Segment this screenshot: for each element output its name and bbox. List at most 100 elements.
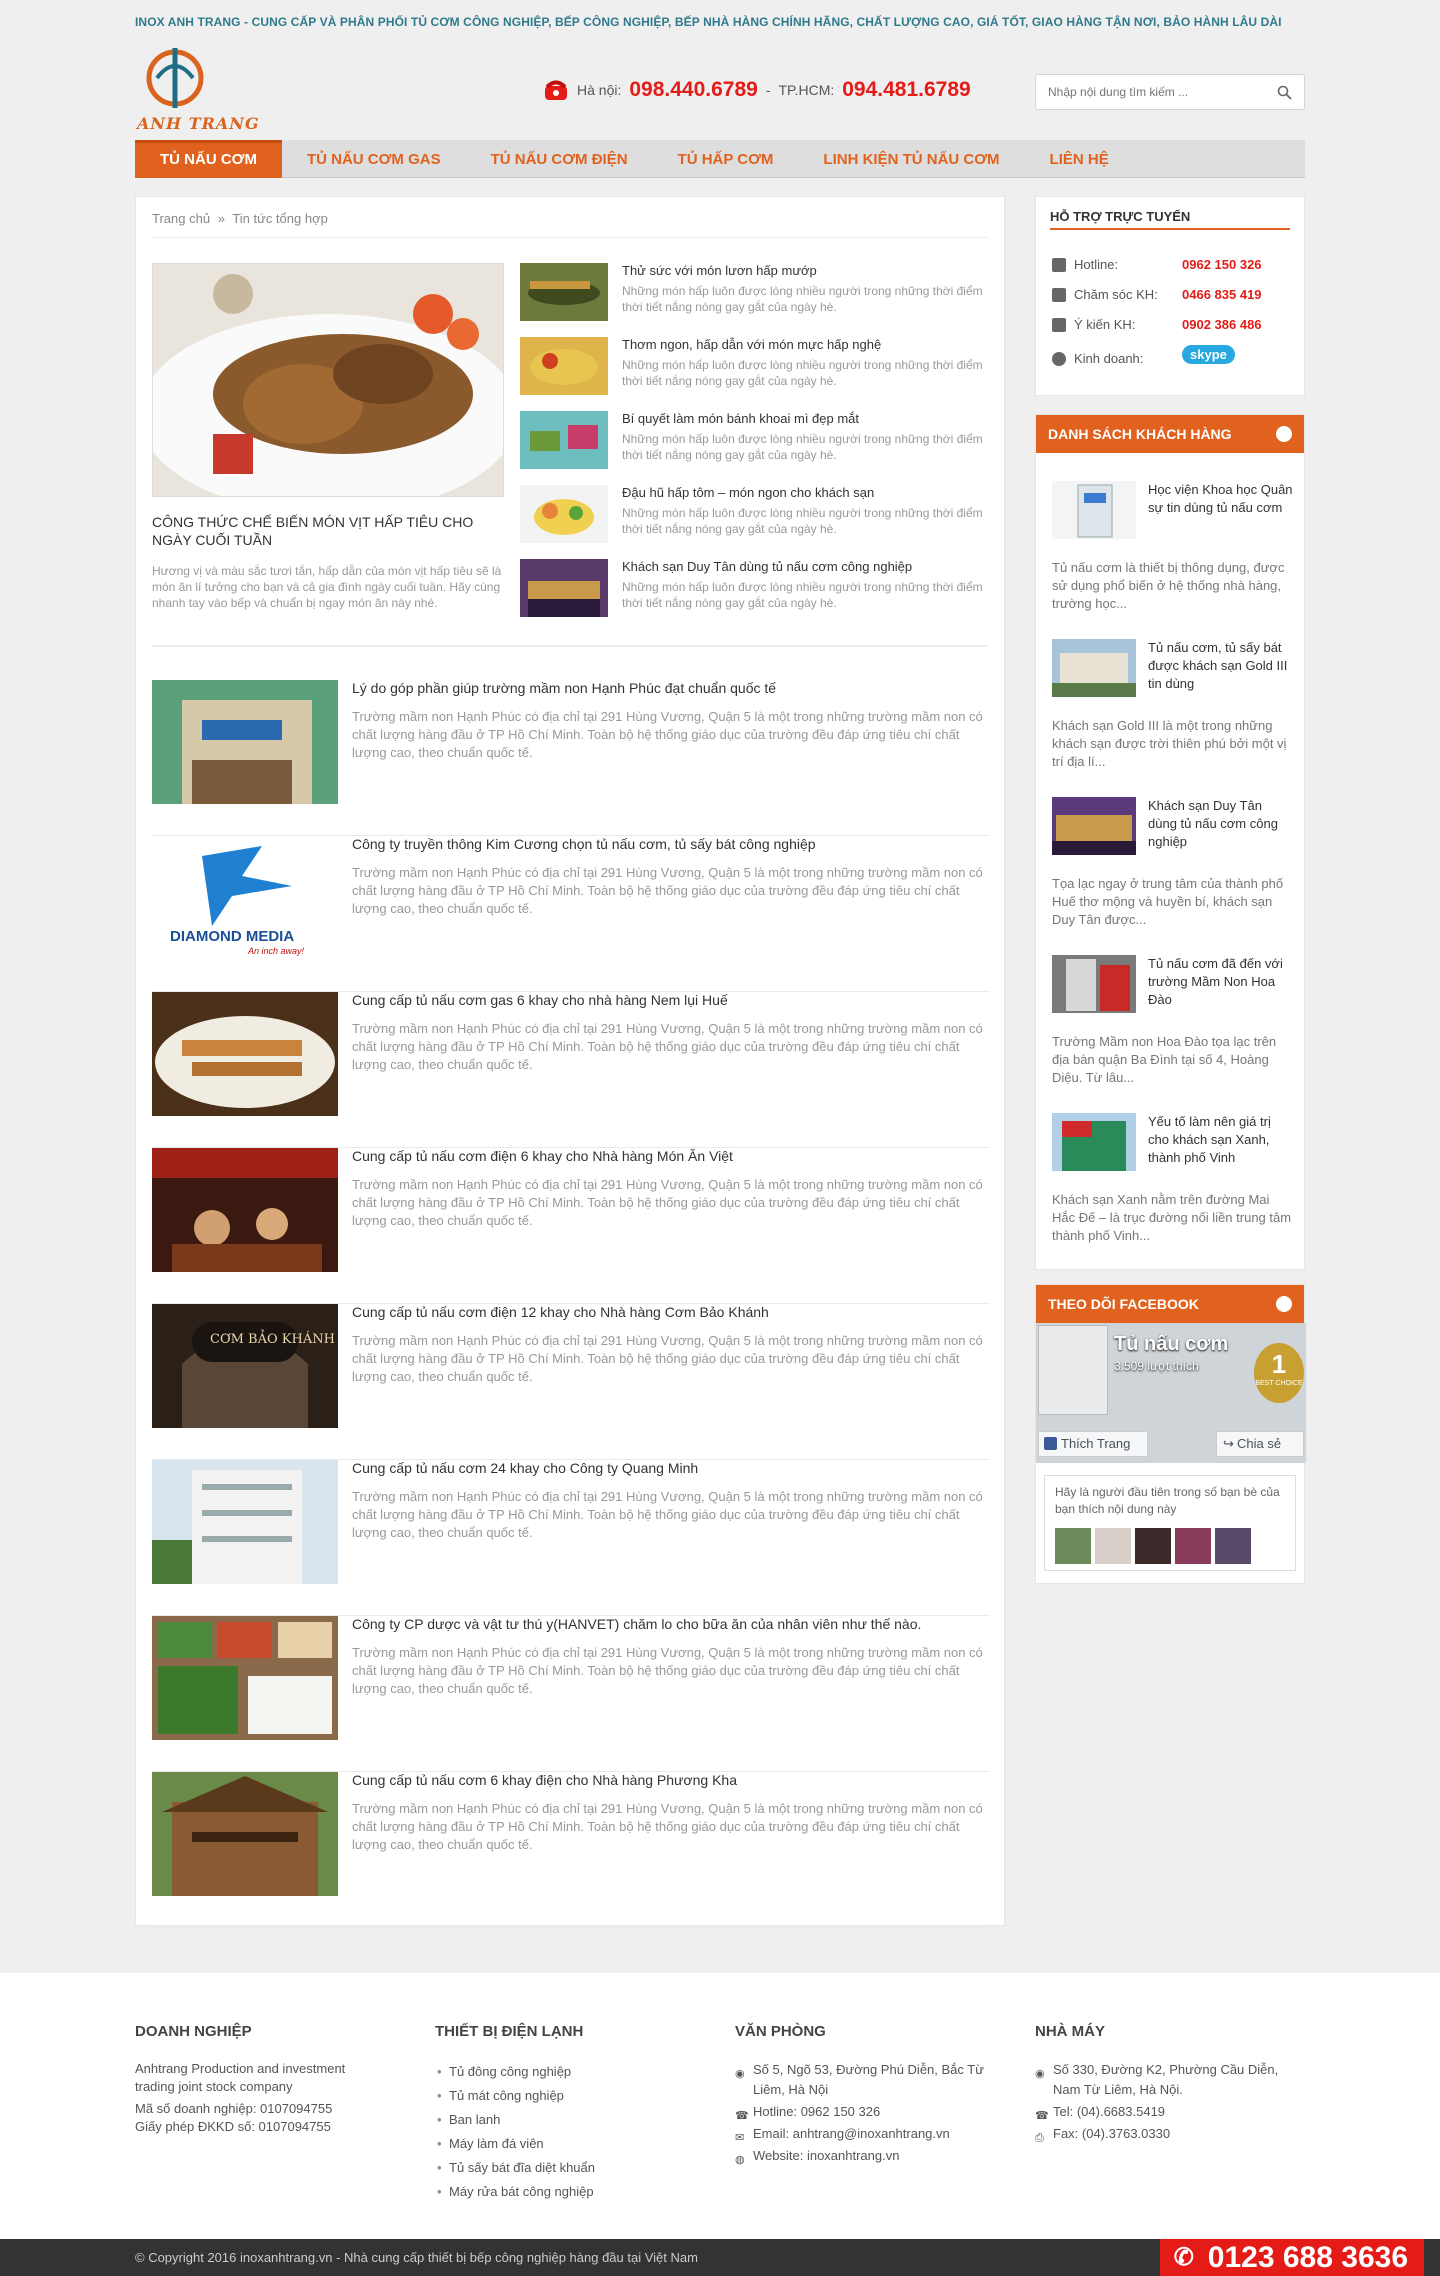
news-item[interactable]: Cung cấp tủ nấu cơm 6 khay điện cho Nhà … (152, 1772, 990, 1928)
news-item[interactable]: Cung cấp tủ nấu cơm 24 khay cho Công ty … (152, 1460, 990, 1616)
small-news-title[interactable]: Bí quyết làm món bánh khoai mì đẹp mắt (622, 411, 859, 426)
customer-thumb[interactable] (1052, 797, 1136, 855)
news-item[interactable]: Cung cấp tủ nấu cơm gas 6 khay cho nhà h… (152, 992, 990, 1148)
nav-item-tu-nau-com-dien[interactable]: TỦ NẤU CƠM ĐIỆN (466, 140, 653, 178)
news-thumb[interactable]: DIAMOND MEDIA An inch away! (152, 836, 338, 960)
search-input[interactable] (1036, 75, 1256, 109)
hanoi-number[interactable]: 098.440.6789 (629, 78, 757, 102)
small-news-thumb[interactable] (520, 485, 608, 543)
small-news-item[interactable]: Thơm ngon, hấp dẫn với món mực hấp nghệ … (520, 337, 990, 399)
news-desc: Trường mầm non Hạnh Phúc có địa chỉ tại … (352, 1801, 983, 1852)
site-logo[interactable]: ANH TRANG (135, 44, 265, 136)
customer-thumb[interactable] (1052, 1113, 1136, 1171)
hcm-number[interactable]: 094.481.6789 (842, 78, 970, 102)
small-news-thumb[interactable] (520, 263, 608, 321)
facebook-header[interactable]: THEO DÕI FACEBOOK (1036, 1285, 1304, 1323)
customer-thumb[interactable] (1052, 639, 1136, 697)
small-news-item[interactable]: Khách sạn Duy Tân dùng tủ nấu cơm công n… (520, 559, 990, 621)
avatar[interactable] (1215, 1528, 1251, 1564)
news-thumb[interactable] (152, 1148, 338, 1272)
factory-tel-text[interactable]: Tel: (04).6683.5419 (1053, 2104, 1165, 2119)
footer-link[interactable]: Máy rửa bát công nghiệp (435, 2180, 685, 2204)
small-news-item[interactable]: Thử sức với món lươn hấp mướp Những món … (520, 263, 990, 325)
news-title[interactable]: Cung cấp tủ nấu cơm điện 6 khay cho Nhà … (352, 1148, 733, 1164)
footer-link[interactable]: Tủ sấy bát đĩa diệt khuẩn (435, 2156, 685, 2180)
footer-link[interactable]: Tủ mát công nghiệp (435, 2084, 685, 2108)
small-news-title[interactable]: Thơm ngon, hấp dẫn với món mực hấp nghệ (622, 337, 881, 352)
customer-thumb[interactable] (1052, 481, 1136, 539)
footer-link[interactable]: Tủ đông công nghiệp (435, 2060, 685, 2084)
small-news-title[interactable]: Đậu hũ hấp tôm – món ngon cho khách sạn (622, 485, 874, 500)
customer-list-header[interactable]: DANH SÁCH KHÁCH HÀNG (1036, 415, 1304, 453)
small-news-thumb[interactable] (520, 337, 608, 395)
search-icon[interactable] (1277, 85, 1292, 100)
feature-title[interactable]: CÔNG THỨC CHẾ BIẾN MÓN VỊT HẤP TIÊU CHO … (152, 513, 504, 549)
small-news-item[interactable]: Đậu hũ hấp tôm – món ngon cho khách sạn … (520, 485, 990, 547)
news-thumb[interactable] (152, 680, 338, 804)
news-title[interactable]: Cung cấp tủ nấu cơm gas 6 khay cho nhà h… (352, 992, 728, 1008)
customer-title[interactable]: Khách sạn Duy Tân dùng tủ nấu cơm công n… (1148, 797, 1294, 851)
news-title[interactable]: Công ty CP dược và vật tư thú y(HANVET) … (352, 1616, 921, 1632)
small-news-thumb[interactable] (520, 559, 608, 617)
feature-image[interactable] (152, 263, 504, 497)
arrow-right-icon[interactable] (1276, 1296, 1292, 1312)
diamond-media-logo: DIAMOND MEDIA (170, 928, 295, 945)
customer-title[interactable]: Yếu tố làm nên giá trị cho khách sạn Xan… (1148, 1113, 1294, 1167)
news-thumb[interactable]: CƠM BẢO KHÁNH (152, 1304, 338, 1428)
avatar[interactable] (1055, 1528, 1091, 1564)
skype-button[interactable]: skype (1182, 345, 1235, 364)
arrow-right-icon[interactable] (1276, 426, 1292, 442)
news-title[interactable]: Lý do góp phần giúp trường mầm non Hạnh … (352, 680, 776, 696)
company-name: Anhtrang Production and investment tradi… (135, 2061, 346, 2094)
nav-item-tu-nau-com-gas[interactable]: TỦ NẤU CƠM GAS (282, 140, 466, 178)
news-item[interactable]: DIAMOND MEDIA An inch away! Công ty truy… (152, 836, 990, 992)
news-thumb[interactable] (152, 1772, 338, 1896)
support-value[interactable]: 0962 150 326 (1182, 257, 1262, 272)
customer-thumb[interactable] (1052, 955, 1136, 1013)
map-pin-icon: ◉ (735, 2068, 745, 2080)
breadcrumb-home[interactable]: Trang chủ (152, 211, 210, 226)
small-news-title[interactable]: Thử sức với món lươn hấp mướp (622, 263, 817, 278)
small-news-item[interactable]: Bí quyết làm món bánh khoai mì đẹp mắt N… (520, 411, 990, 473)
news-thumb[interactable] (152, 1616, 338, 1740)
support-value[interactable]: 0902 386 486 (1182, 317, 1262, 332)
news-title[interactable]: Cung cấp tủ nấu cơm 6 khay điện cho Nhà … (352, 1772, 737, 1788)
news-title[interactable]: Công ty truyền thông Kim Cương chọn tủ n… (352, 836, 816, 852)
footer-link[interactable]: Máy làm đá viên (435, 2132, 685, 2156)
customer-title[interactable]: Học viện Khoa học Quân sự tin dùng tủ nấ… (1148, 481, 1294, 517)
office-hotline-text[interactable]: Hotline: 0962 150 326 (753, 2104, 880, 2119)
facebook-page-name[interactable]: Tủ nấu cơm (1114, 1333, 1228, 1356)
bottom-hotline-number[interactable]: 0123 688 3636 (1208, 2239, 1408, 2276)
avatar[interactable] (1135, 1528, 1171, 1564)
footer-link[interactable]: Ban lanh (435, 2108, 685, 2132)
small-news-thumb[interactable] (520, 411, 608, 469)
news-item[interactable]: CƠM BẢO KHÁNH Cung cấp tủ nấu cơm điện 1… (152, 1304, 990, 1460)
facebook-cover[interactable]: Tủ nấu cơm 3.509 lượt thích 1 BEST CHOICE… (1036, 1323, 1306, 1463)
news-item[interactable]: Cung cấp tủ nấu cơm điện 6 khay cho Nhà … (152, 1148, 990, 1304)
news-thumb[interactable] (152, 992, 338, 1116)
news-item[interactable]: Lý do góp phần giúp trường mầm non Hạnh … (152, 680, 990, 836)
facebook-title: THEO DÕI FACEBOOK (1048, 1296, 1199, 1312)
news-title[interactable]: Cung cấp tủ nấu cơm điện 12 khay cho Nhà… (352, 1304, 769, 1320)
support-value[interactable]: 0466 835 419 (1182, 287, 1262, 302)
news-title[interactable]: Cung cấp tủ nấu cơm 24 khay cho Công ty … (352, 1460, 698, 1476)
facebook-likes: 3.509 lượt thích (1114, 1359, 1199, 1373)
customer-title[interactable]: Tủ nấu cơm đã đến với trường Mầm Non Hoa… (1148, 955, 1294, 1009)
bottom-hotline[interactable]: ✆ 0123 688 3636 (1159, 2239, 1424, 2276)
hotline-separator: - (765, 82, 771, 98)
customer-title[interactable]: Tủ nấu cơm, tủ sấy bát được khách sạn Go… (1148, 639, 1294, 693)
news-item[interactable]: Công ty CP dược và vật tư thú y(HANVET) … (152, 1616, 990, 1772)
avatar[interactable] (1095, 1528, 1131, 1564)
nav-item-tu-nau-com[interactable]: TỦ NẤU CƠM (135, 140, 282, 178)
avatar[interactable] (1175, 1528, 1211, 1564)
nav-item-linh-kien[interactable]: LINH KIỆN TỦ NẤU CƠM (798, 140, 1024, 178)
facebook-share-button[interactable]: ↪ Chia sẻ (1216, 1431, 1304, 1457)
office-website-text[interactable]: Website: inoxanhtrang.vn (753, 2148, 899, 2163)
office-email-text[interactable]: Email: anhtrang@inoxanhtrang.vn (753, 2126, 950, 2141)
factory-tel: ☎ Tel: (04).6683.5419 (1035, 2102, 1305, 2122)
news-thumb[interactable] (152, 1460, 338, 1584)
small-news-title[interactable]: Khách sạn Duy Tân dùng tủ nấu cơm công n… (622, 559, 912, 574)
nav-item-lien-he[interactable]: LIÊN HỆ (1025, 140, 1134, 178)
nav-item-tu-hap-com[interactable]: TỦ HẤP CƠM (653, 140, 799, 178)
facebook-like-button[interactable]: Thích Trang (1038, 1431, 1148, 1457)
